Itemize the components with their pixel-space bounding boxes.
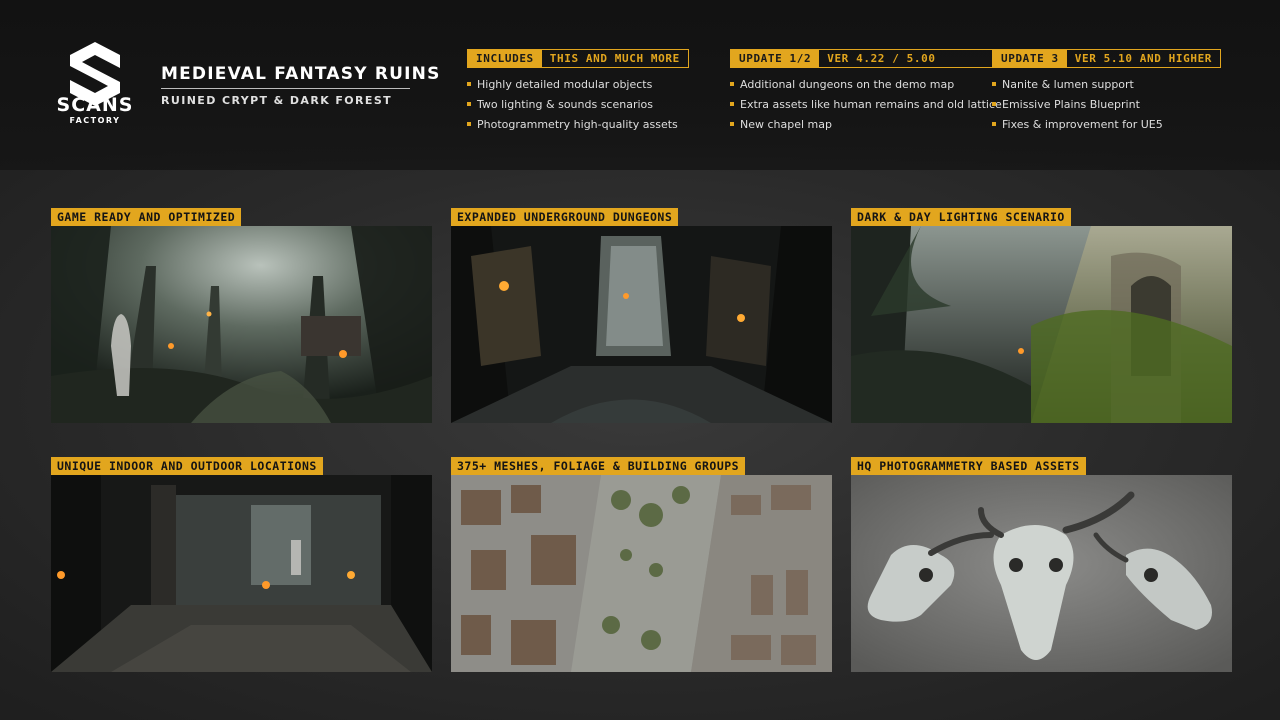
- feature-tag-value: THIS AND MUCH MORE: [549, 52, 680, 65]
- page-title: MEDIEVAL FANTASY RUINS: [161, 64, 441, 84]
- panel-label: EXPANDED UNDERGROUND DUNGEONS: [451, 208, 679, 226]
- panel-label: GAME READY AND OPTIMIZED: [51, 208, 242, 226]
- feature-list: Nanite & lumen support Emissive Plains B…: [992, 77, 1221, 137]
- feature-list: Highly detailed modular objects Two ligh…: [467, 77, 689, 137]
- list-item: Nanite & lumen support: [992, 77, 1221, 97]
- feature-tag-label: UPDATE 3: [993, 50, 1067, 67]
- forest-scene-image: [51, 226, 432, 423]
- list-item: Highly detailed modular objects: [467, 77, 689, 97]
- lighting-scene-image: [851, 226, 1232, 423]
- feature-tag-value: VER 5.10 AND HIGHER: [1074, 52, 1213, 65]
- logo-wordmark: SCANS: [56, 94, 134, 116]
- list-item: Two lighting & sounds scenarios: [467, 97, 689, 117]
- ruins-interior-image: [51, 475, 432, 672]
- panel-label: HQ PHOTOGRAMMETRY BASED ASSETS: [851, 457, 1086, 475]
- feature-tag: UPDATE 1/2 VER 4.22 / 5.00: [730, 49, 1002, 68]
- list-item: Photogrammetry high-quality assets: [467, 117, 689, 137]
- page-subtitle: RUINED CRYPT & DARK FOREST: [161, 94, 393, 107]
- feature-column-update-1-2: UPDATE 1/2 VER 4.22 / 5.00 Additional du…: [730, 49, 1002, 137]
- feature-tag: UPDATE 3 VER 5.10 AND HIGHER: [992, 49, 1222, 68]
- feature-tag-value: VER 4.22 / 5.00: [827, 52, 936, 65]
- list-item: Additional dungeons on the demo map: [730, 77, 1002, 97]
- list-item: Emissive Plains Blueprint: [992, 97, 1221, 117]
- feature-column-includes: INCLUDES THIS AND MUCH MORE Highly detai…: [467, 49, 689, 137]
- feature-tag-label: INCLUDES: [468, 50, 542, 67]
- skulls-image: [851, 475, 1232, 672]
- feature-tag-label: UPDATE 1/2: [731, 50, 820, 67]
- logo-subword: FACTORY: [69, 116, 121, 125]
- asset-grid-image: [451, 475, 832, 672]
- dungeon-scene-image: [451, 226, 832, 423]
- panel-label: 375+ MESHES, FOLIAGE & BUILDING GROUPS: [451, 457, 746, 475]
- list-item: Extra assets like human remains and old …: [730, 97, 1002, 117]
- feature-column-update-3: UPDATE 3 VER 5.10 AND HIGHER Nanite & lu…: [992, 49, 1222, 137]
- feature-tag: INCLUDES THIS AND MUCH MORE: [467, 49, 689, 68]
- title-divider: [161, 88, 410, 89]
- list-item: Fixes & improvement for UE5: [992, 117, 1221, 137]
- feature-list: Additional dungeons on the demo map Extr…: [730, 77, 1002, 137]
- list-item: New chapel map: [730, 117, 1002, 137]
- panel-label: UNIQUE INDOOR AND OUTDOOR LOCATIONS: [51, 457, 323, 475]
- panel-label: DARK & DAY LIGHTING SCENARIO: [851, 208, 1071, 226]
